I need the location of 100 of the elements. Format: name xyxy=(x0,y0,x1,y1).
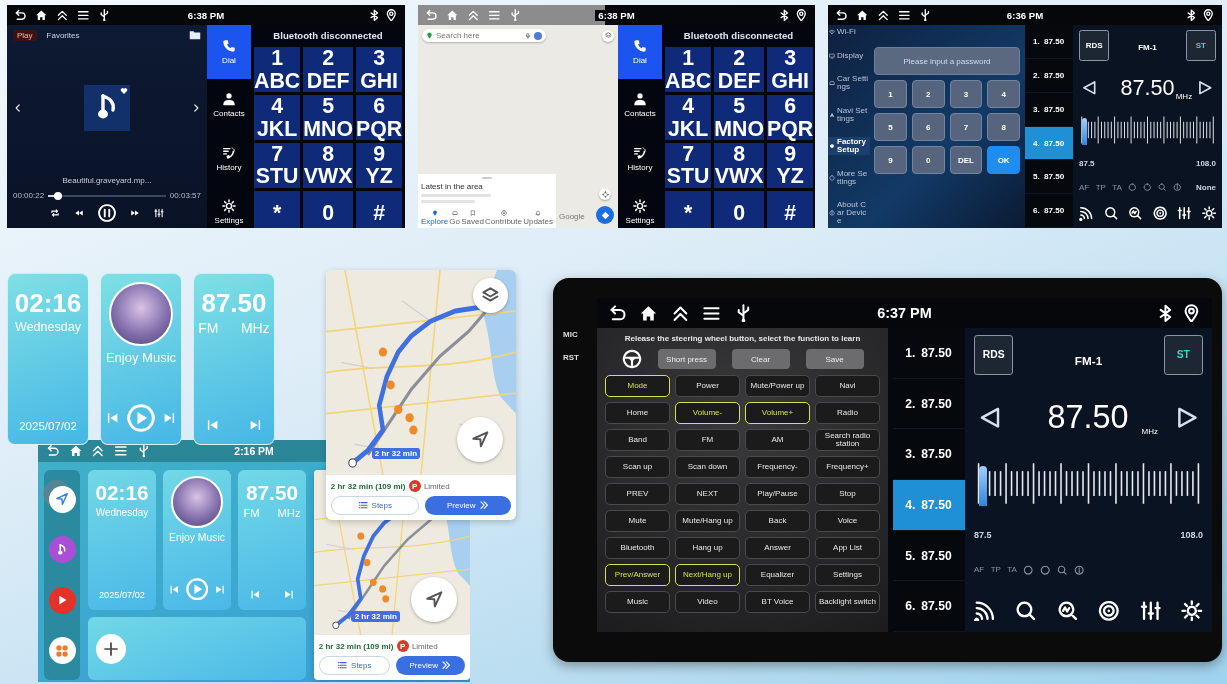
locate-button[interactable] xyxy=(599,188,611,200)
function-button[interactable]: Frequency+ xyxy=(815,456,880,478)
tuning-scale[interactable] xyxy=(1079,114,1216,145)
function-button[interactable]: Scan up xyxy=(605,456,670,478)
dialer-tab[interactable]: History xyxy=(618,131,662,186)
steps-button[interactable]: Steps xyxy=(318,656,391,676)
triangle-left-icon[interactable] xyxy=(978,405,1002,430)
add-widget-button[interactable] xyxy=(96,633,126,664)
dial-key[interactable]: * xyxy=(665,190,712,228)
app-launcher[interactable] xyxy=(48,637,76,665)
folder-icon[interactable] xyxy=(189,29,201,42)
dial-key[interactable]: 5 MNO xyxy=(714,95,764,140)
preset-button[interactable]: 4. 87.50 xyxy=(893,480,965,531)
search-bar[interactable]: Search here xyxy=(422,29,546,43)
settings-icon[interactable] xyxy=(1201,206,1216,221)
dial-key[interactable]: 9 YZ xyxy=(356,142,403,188)
keypad-key[interactable]: 6 xyxy=(911,113,945,142)
action-button[interactable]: Save xyxy=(805,349,864,369)
progress-track[interactable] xyxy=(48,194,166,197)
map-nav-tab[interactable]: Go xyxy=(449,210,460,226)
dial-key[interactable]: 2 DEF xyxy=(714,47,764,93)
function-button[interactable]: Back xyxy=(745,510,810,532)
function-button[interactable]: Mute xyxy=(605,510,670,532)
function-button[interactable]: Band xyxy=(605,429,670,451)
function-button[interactable]: Voice xyxy=(815,510,880,532)
steps-button[interactable]: Steps xyxy=(330,496,420,516)
preset-button[interactable]: 6. 87.50 xyxy=(893,581,965,633)
dial-key[interactable]: 2 DEF xyxy=(303,47,353,93)
preset-button[interactable]: 5. 87.50 xyxy=(893,530,965,582)
dial-key[interactable]: 3 GHI xyxy=(356,47,403,93)
dial-key[interactable]: 6 PQR xyxy=(356,95,403,140)
preset-button[interactable]: 4. 87.50 xyxy=(1025,126,1073,161)
preset-button[interactable]: 2. 87.50 xyxy=(893,378,965,430)
app-launcher[interactable] xyxy=(48,586,76,614)
map-drawing[interactable] xyxy=(326,270,516,476)
broadcast-icon[interactable] xyxy=(974,599,996,622)
keypad-key[interactable]: 2 xyxy=(911,80,945,109)
settings-item[interactable]: More Settings xyxy=(828,168,870,187)
home-icon[interactable] xyxy=(856,8,869,22)
map-nav-tab[interactable]: Explore xyxy=(421,210,449,226)
dial-key[interactable]: 3 GHI xyxy=(767,47,814,93)
dialer-tab[interactable]: History xyxy=(207,131,251,186)
keypad-key[interactable]: 3 xyxy=(949,80,983,109)
dial-key[interactable]: 8 VWX xyxy=(714,142,764,188)
keypad-key[interactable]: 5 xyxy=(874,113,907,142)
player-tab[interactable]: Favorites xyxy=(42,29,84,41)
function-button[interactable]: Stop xyxy=(815,483,880,505)
pause-icon[interactable] xyxy=(98,204,116,222)
dial-key[interactable]: 5 MNO xyxy=(303,95,353,140)
dial-key[interactable]: 8 VWX xyxy=(303,142,353,188)
keypad-key[interactable]: 0 xyxy=(911,146,945,175)
dial-key[interactable]: # xyxy=(767,190,814,228)
map-nav-tab[interactable]: Updates xyxy=(523,210,553,226)
broadcast-icon[interactable] xyxy=(1079,206,1094,221)
stereo-button[interactable]: ST xyxy=(1163,335,1203,375)
back-icon[interactable] xyxy=(835,8,848,22)
settings-item[interactable]: Navi Settings xyxy=(828,105,870,124)
function-button[interactable]: Mute/Power up xyxy=(745,375,810,397)
function-button[interactable]: Settings xyxy=(815,564,880,586)
sheet-handle[interactable] xyxy=(482,177,492,179)
settings-item[interactable]: About Car Device xyxy=(828,199,870,226)
function-button[interactable]: Next/Hang up xyxy=(675,564,740,586)
preset-button[interactable]: 3. 87.50 xyxy=(1025,92,1073,127)
microphone-icon[interactable] xyxy=(525,32,531,39)
keypad-key[interactable]: 7 xyxy=(949,113,983,142)
triangle-left-icon[interactable] xyxy=(1082,79,1098,96)
map-view[interactable]: Search here Latest in the area ExploreGo SavedContribute Updates Google xyxy=(418,25,618,228)
action-button[interactable]: Clear xyxy=(731,349,790,369)
equalizer-icon[interactable] xyxy=(154,208,164,218)
function-button[interactable]: AM xyxy=(745,429,810,451)
fast-forward-icon[interactable] xyxy=(130,208,140,218)
function-button[interactable]: Frequency- xyxy=(745,456,810,478)
triangle-right-icon[interactable] xyxy=(1175,405,1199,430)
dialer-tab[interactable]: Contacts xyxy=(618,78,662,132)
function-button[interactable]: FM xyxy=(675,429,740,451)
chevron-right-icon[interactable] xyxy=(191,102,201,113)
function-button[interactable]: Hang up xyxy=(675,537,740,559)
function-button[interactable]: Navi xyxy=(815,375,880,397)
preview-button[interactable]: Preview xyxy=(395,656,466,676)
equalizer-icon[interactable] xyxy=(1177,206,1192,221)
preset-button[interactable]: 1. 87.50 xyxy=(893,328,965,379)
search-field[interactable]: Search here xyxy=(436,31,522,41)
search-icon[interactable] xyxy=(1103,206,1118,221)
keypad-key[interactable]: 4 xyxy=(987,80,1020,109)
back-icon[interactable] xyxy=(14,8,27,22)
dialer-tab[interactable]: Settings xyxy=(618,185,662,228)
function-button[interactable]: Scan down xyxy=(675,456,740,478)
dial-key[interactable]: 0 xyxy=(303,190,353,228)
dial-key[interactable]: 9 YZ xyxy=(767,142,814,188)
dialer-tab[interactable]: Dial xyxy=(618,25,662,79)
preset-button[interactable]: 2. 87.50 xyxy=(1025,59,1073,93)
dialer-tab[interactable]: Settings xyxy=(207,185,251,228)
function-button[interactable]: BT Voice xyxy=(745,591,810,613)
function-button[interactable]: Bluetooth xyxy=(605,537,670,559)
dial-key[interactable]: 0 xyxy=(714,190,764,228)
app-launcher[interactable] xyxy=(48,485,76,513)
function-button[interactable]: Volume+ xyxy=(745,402,810,424)
player-tab[interactable]: Play xyxy=(13,29,37,41)
target-icon[interactable] xyxy=(1152,206,1167,221)
dial-key[interactable]: # xyxy=(356,190,403,228)
